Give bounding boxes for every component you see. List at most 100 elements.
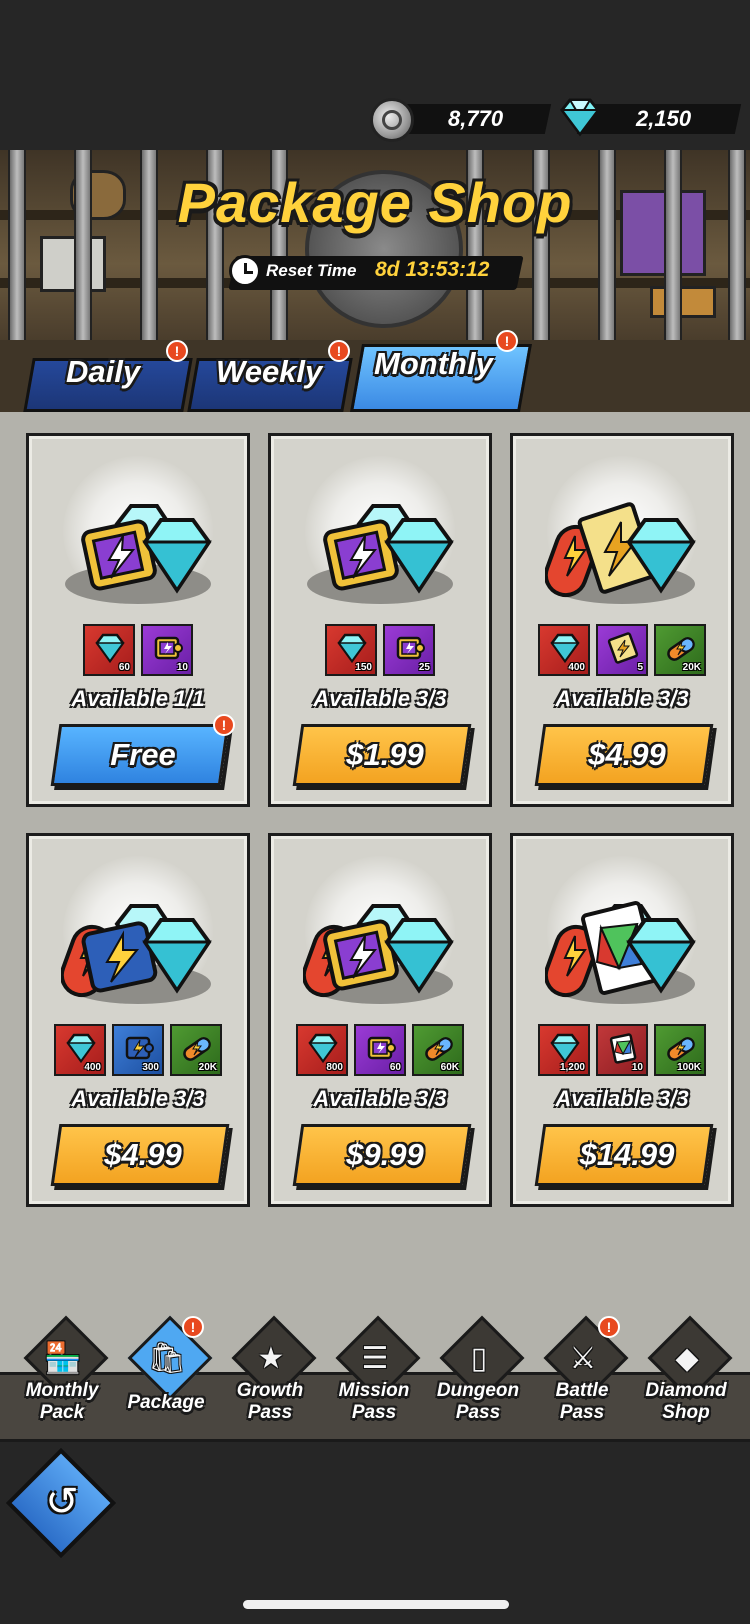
reward-quantity: 10	[631, 1062, 643, 1073]
reward-quantity: 60K	[440, 1062, 459, 1073]
nav-shop[interactable]: 🏪 Monthly Pack	[14, 1315, 110, 1438]
reward-quantity: 400	[568, 662, 585, 673]
package-card[interactable]: 400 300 20K Available 3/3 $4.99	[26, 833, 250, 1207]
nav-label: Package	[118, 1392, 214, 1414]
price-label: $9.99	[346, 1137, 424, 1172]
shop-icon: 🏪	[44, 1342, 82, 1375]
availability-label: Available 3/3	[313, 686, 447, 711]
reward-quantity: 25	[418, 662, 430, 673]
tab-weekly-alert-badge: !	[328, 340, 350, 362]
dungeon-pass-icon: ▯	[470, 1342, 488, 1375]
package-card[interactable]: 400 5 20K Available 3/3 $4.99	[510, 433, 734, 807]
gem-reward-icon[interactable]: 1,200	[538, 1024, 590, 1076]
package-contents: 400 5 20K	[513, 624, 731, 680]
gem-reward-icon[interactable]: 400	[538, 624, 590, 676]
reward-quantity: 100K	[677, 1062, 701, 1073]
puzzle-blue-reward-icon[interactable]: 300	[112, 1024, 164, 1076]
coin-icon	[370, 98, 414, 142]
nav-label-line1: Growth	[236, 1380, 304, 1401]
reward-quantity: 10	[176, 662, 188, 673]
nav-label: Battle Pass	[534, 1380, 630, 1424]
nav-label-line2: Pass	[247, 1402, 293, 1423]
availability-label: Available 3/3	[555, 1086, 689, 1111]
price-label: $14.99	[579, 1137, 675, 1172]
gem-reward-icon[interactable]: 60	[83, 624, 135, 676]
package-icon: 🛍	[148, 1342, 187, 1375]
alert-badge: !	[213, 714, 235, 736]
nav-label: Diamond Shop	[638, 1380, 734, 1424]
nav-package[interactable]: 🛍 Package!	[118, 1315, 214, 1438]
reward-quantity: 20K	[682, 662, 701, 673]
puzzle-purple-reward-icon[interactable]: 10	[141, 624, 193, 676]
reward-quantity: 60	[118, 662, 130, 673]
package-bundle-image	[29, 456, 247, 616]
buy-button[interactable]: $1.99	[292, 724, 472, 786]
nav-label-line1: Mission	[338, 1380, 410, 1401]
capsule-reward-icon[interactable]: 60K	[412, 1024, 464, 1076]
buy-button[interactable]: $9.99	[292, 1124, 472, 1186]
nav-label-line1: Package	[127, 1392, 205, 1413]
bottom-area	[0, 1442, 750, 1624]
reward-quantity: 60	[389, 1062, 401, 1073]
nav-dungeon-pass[interactable]: ▯ Dungeon Pass	[430, 1315, 526, 1438]
nav-growth-pass[interactable]: ★ Growth Pass	[222, 1315, 318, 1438]
gem-counter[interactable]: 2,150	[556, 98, 746, 138]
reward-quantity: 150	[355, 662, 372, 673]
nav-label: Dungeon Pass	[430, 1380, 526, 1424]
availability-label: Available 1/1	[71, 686, 205, 711]
home-indicator[interactable]	[243, 1600, 509, 1609]
nav-label: Mission Pass	[326, 1380, 422, 1424]
back-arrow-icon: ↺	[45, 1480, 79, 1524]
price-label: $1.99	[346, 737, 424, 772]
nav-alert-badge: !	[182, 1316, 204, 1338]
package-contents: 800 60 60K	[271, 1024, 489, 1080]
buy-button[interactable]: $14.99	[534, 1124, 714, 1186]
package-card[interactable]: 150 25 Available 3/3 $1.99	[268, 433, 492, 807]
capsule-reward-icon[interactable]: 100K	[654, 1024, 706, 1076]
puzzle-purple-reward-icon[interactable]: 60	[354, 1024, 406, 1076]
package-card[interactable]: 60 10 Available 1/1 Free!	[26, 433, 250, 807]
nav-label-line2: Pack	[39, 1402, 85, 1423]
capsule-reward-icon[interactable]: 20K	[170, 1024, 222, 1076]
growth-pass-icon: ★	[257, 1342, 285, 1375]
package-contents: 60 10	[29, 624, 247, 680]
nav-label-line2: Shop	[662, 1402, 710, 1423]
nav-alert-badge: !	[598, 1316, 620, 1338]
nav-label: Monthly Pack	[14, 1380, 110, 1424]
gem-reward-icon[interactable]: 800	[296, 1024, 348, 1076]
availability-label: Available 3/3	[555, 686, 689, 711]
package-bundle-image	[271, 456, 489, 616]
capsule-reward-icon[interactable]: 20K	[654, 624, 706, 676]
card-reward-icon[interactable]: 10	[596, 1024, 648, 1076]
price-label: Free	[110, 737, 176, 772]
gem-reward-icon[interactable]: 150	[325, 624, 377, 676]
nav-label-line2: Pass	[559, 1402, 605, 1423]
package-contents: 150 25	[271, 624, 489, 680]
nav-label-line2: Pass	[351, 1402, 397, 1423]
package-bundle-image	[271, 856, 489, 1016]
nav-mission-pass[interactable]: ☰ Mission Pass	[326, 1315, 422, 1438]
nav-label-line2: Pass	[455, 1402, 501, 1423]
nav-label-line1: Diamond	[645, 1380, 727, 1401]
package-card[interactable]: 800 60 60K Available 3/3 $9.99	[268, 833, 492, 1207]
puzzle-purple-reward-icon[interactable]: 25	[383, 624, 435, 676]
price-label: $4.99	[588, 737, 666, 772]
gem-icon	[556, 96, 604, 143]
coin-counter[interactable]: 8,770	[368, 98, 553, 142]
claim-free-button[interactable]: Free	[50, 724, 230, 786]
package-card[interactable]: 1,200 10 100K Available 3/3 $14.99	[510, 833, 734, 1207]
tab-weekly-label: Weekly	[216, 354, 323, 389]
buy-button[interactable]: $4.99	[534, 724, 714, 786]
gem-reward-icon[interactable]: 400	[54, 1024, 106, 1076]
reward-quantity: 1,200	[559, 1062, 585, 1073]
nav-diamond-shop[interactable]: ◆ Diamond Shop	[638, 1315, 734, 1438]
ticket-reward-icon[interactable]: 5	[596, 624, 648, 676]
nav-battle-pass[interactable]: ⚔ Battle Pass!	[534, 1315, 630, 1438]
package-bundle-image	[29, 856, 247, 1016]
reward-quantity: 400	[84, 1062, 101, 1073]
reward-quantity: 20K	[198, 1062, 217, 1073]
buy-button[interactable]: $4.99	[50, 1124, 230, 1186]
gem-value: 2,150	[636, 106, 692, 131]
reward-quantity: 5	[637, 662, 643, 673]
package-bundle-image	[513, 456, 731, 616]
